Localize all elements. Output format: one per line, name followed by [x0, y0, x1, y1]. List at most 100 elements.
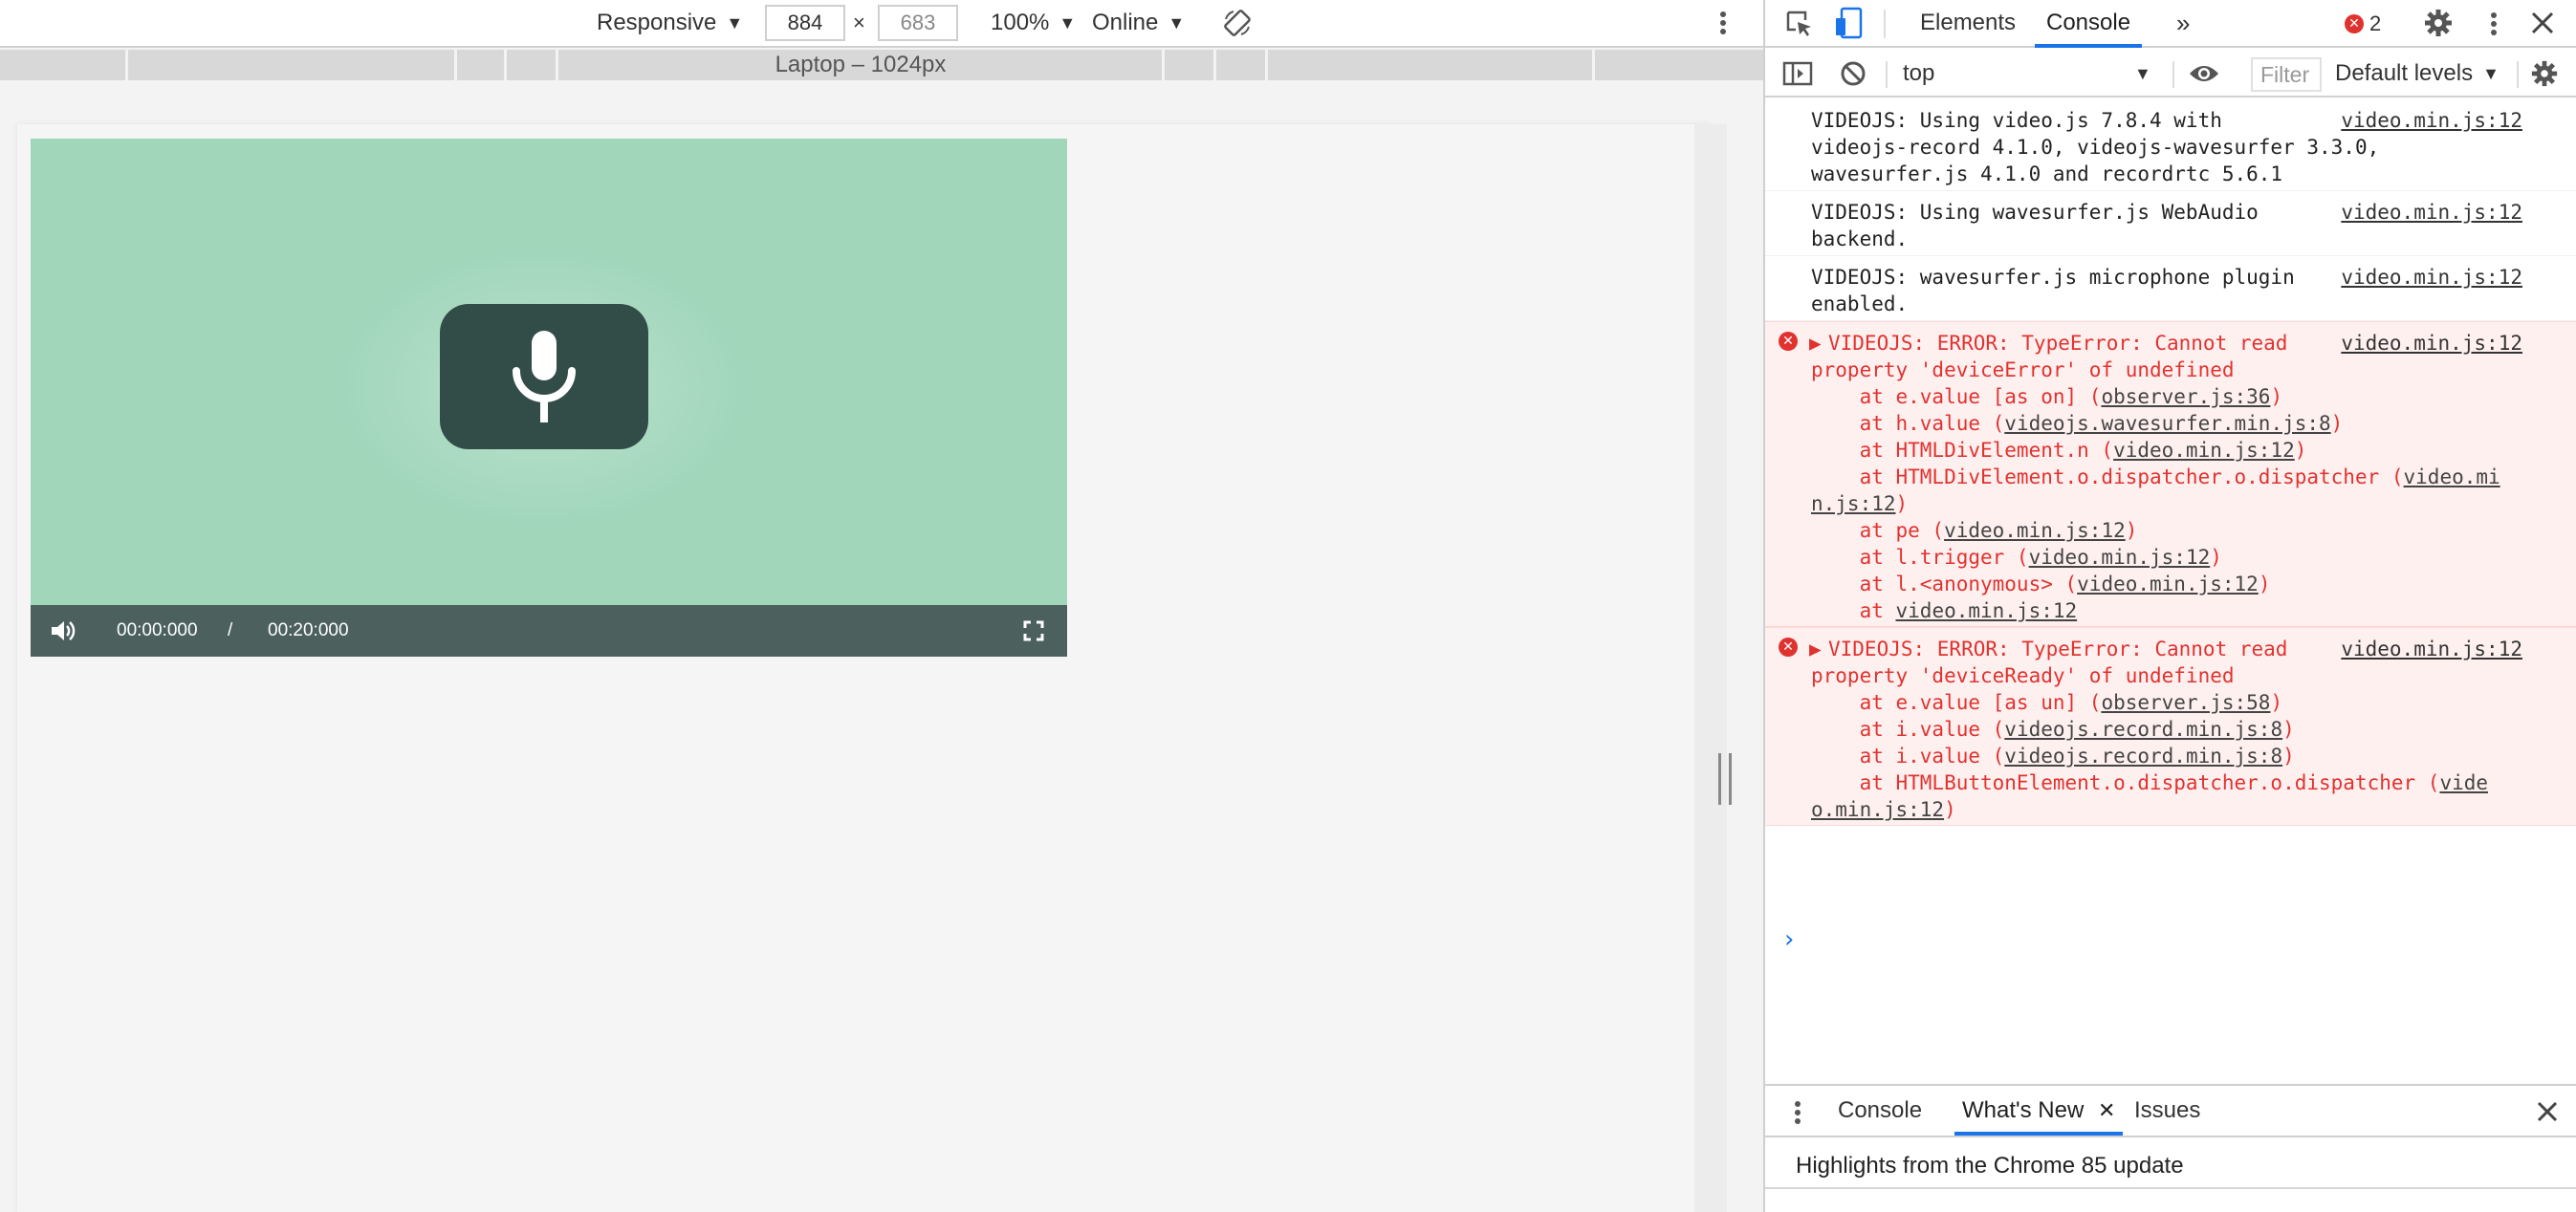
stack-prefix: at l.<anonymous> (	[1811, 573, 2078, 595]
stack-line: at HTMLButtonElement.o.dispatcher.o.disp…	[1811, 769, 2488, 796]
record-mic-button[interactable]	[440, 304, 648, 449]
error-head-line: VIDEOJS: ERROR: TypeError: Cannot read	[1828, 332, 2288, 355]
console-message: VIDEOJS: Using wavesurfer.js WebAudio ba…	[1765, 191, 2576, 256]
viewport-scrollbar[interactable]	[1694, 124, 1727, 1212]
drawer-menu-icon[interactable]	[1792, 1097, 1803, 1133]
stack-line: at HTMLDivElement.n (video.min.js:12)	[1811, 437, 2347, 464]
stack-line: n.js:12)	[1811, 490, 2347, 517]
drawer-tab-issues[interactable]: Issues	[2134, 1088, 2200, 1136]
resize-handle[interactable]	[1718, 753, 1732, 805]
close-devtools-icon[interactable]	[2530, 11, 2555, 40]
stack-suffix: )	[2210, 546, 2222, 569]
stack-line: at l.<anonymous> (video.min.js:12)	[1811, 571, 2347, 597]
caret-down-icon: ▼	[1168, 12, 1186, 32]
caret-down-icon: ▼	[2482, 63, 2500, 83]
settings-gear-icon[interactable]	[2423, 8, 2454, 43]
source-link[interactable]: video.min.js:12	[2341, 264, 2522, 291]
stack-link[interactable]: video.min.js:12	[2077, 573, 2259, 595]
stack-suffix: )	[2270, 691, 2283, 714]
stack-link[interactable]: vide	[2439, 771, 2488, 794]
stack-link[interactable]: video.min.js:12	[2029, 546, 2211, 569]
devtools-panel: Elements Console » ✕ 2 top ▼ Filter Defa…	[1763, 0, 2576, 1212]
source-link[interactable]: video.min.js:12	[2341, 107, 2522, 134]
stack-link[interactable]: n.js:12	[1811, 492, 1896, 515]
stack-suffix: )	[2282, 745, 2295, 768]
whats-new-highlights: Highlights from the Chrome 85 update	[1796, 1153, 2184, 1179]
stack-link[interactable]: videojs.wavesurfer.min.js:8	[2004, 412, 2330, 435]
caret-down-icon[interactable]: ▼	[2134, 50, 2151, 97]
stack-link[interactable]: videojs.record.min.js:8	[2004, 745, 2282, 768]
stack-link[interactable]: o.min.js:12	[1811, 798, 1944, 821]
drawer-divider	[1765, 1187, 2576, 1212]
stack-prefix: at HTMLDivElement.n (	[1811, 439, 2114, 462]
stack-link[interactable]: video.min.js:12	[2113, 439, 2295, 462]
current-time: 00:00:000	[117, 620, 198, 640]
log-levels-label: Default levels	[2335, 60, 2474, 86]
context-select[interactable]: top	[1903, 50, 2010, 97]
stack-line: at i.value (videojs.record.min.js:8)	[1811, 743, 2347, 769]
zoom-select[interactable]: 100% ▼	[991, 0, 1076, 46]
rotate-icon[interactable]	[1222, 0, 1253, 46]
stack-suffix: )	[2270, 385, 2283, 408]
log-levels-select[interactable]: Default levels ▼	[2335, 50, 2500, 97]
toolbar-divider	[2172, 61, 2174, 88]
message-line: VIDEOJS: wavesurfer.js microphone plugin	[1811, 266, 2295, 289]
audio-record-player: 00:00:000 / 00:20:000	[31, 139, 1067, 657]
device-toolbar: Responsive ▼ 884 × 683 100% ▼ Online ▼	[0, 0, 1763, 48]
tab-elements[interactable]: Elements	[1920, 0, 2016, 48]
console-filter-input[interactable]: Filter	[2251, 57, 2322, 92]
stack-link[interactable]: video.min.js:12	[1896, 599, 2078, 622]
stack-suffix: )	[2282, 718, 2295, 741]
console-error-message: ✕ ▶ VIDEOJS: ERROR: TypeError: Cannot re…	[1765, 627, 2576, 826]
stack-suffix: )	[2294, 439, 2307, 462]
device-select[interactable]: Responsive ▼	[597, 0, 743, 46]
device-toolbar-icon[interactable]	[1834, 7, 1863, 44]
console-prompt-icon[interactable]: ›	[1784, 925, 1794, 954]
more-options-icon[interactable]	[1717, 0, 1729, 46]
caret-down-icon: ▼	[1059, 12, 1077, 32]
stack-link[interactable]: videojs.record.min.js:8	[2004, 718, 2282, 741]
stack-line: at l.trigger (video.min.js:12)	[1811, 544, 2347, 571]
devtools-tabbar: Elements Console » ✕ 2	[1765, 0, 2576, 48]
live-expression-eye-icon[interactable]	[2188, 50, 2220, 97]
more-tabs-icon[interactable]: »	[2176, 0, 2190, 48]
error-icon: ✕	[2345, 14, 2364, 33]
drawer-tab-console[interactable]: Console	[1838, 1088, 1922, 1136]
stack-link[interactable]: observer.js:36	[2101, 385, 2270, 408]
width-input[interactable]: 884	[765, 5, 845, 41]
sidebar-toggle-icon[interactable]	[1782, 50, 1813, 97]
fullscreen-icon[interactable]	[1023, 620, 1044, 646]
device-select-label: Responsive	[597, 10, 717, 35]
close-tab-icon[interactable]: ✕	[2098, 1098, 2115, 1122]
stack-line: at video.min.js:12	[1811, 597, 2347, 624]
throttle-select[interactable]: Online ▼	[1092, 0, 1185, 46]
inspect-element-icon[interactable]	[1784, 9, 1815, 44]
source-link[interactable]: video.min.js:12	[2341, 199, 2522, 226]
stack-prefix: at HTMLDivElement.o.dispatcher.o.dispatc…	[1811, 465, 2404, 488]
stack-line: at e.value [as on] (observer.js:36)	[1811, 383, 2347, 410]
stack-suffix: )	[2330, 412, 2344, 435]
console-settings-gear-icon[interactable]	[2530, 50, 2559, 97]
caret-down-icon: ▼	[726, 12, 744, 32]
toolbar-divider	[1884, 10, 1886, 38]
tab-console[interactable]: Console	[2035, 0, 2143, 48]
stack-line: at i.value (videojs.record.min.js:8)	[1811, 716, 2347, 743]
drawer-tab-whats-new[interactable]: What's New ✕	[1954, 1088, 2124, 1136]
stack-link[interactable]: observer.js:58	[2101, 691, 2270, 714]
error-icon: ✕	[1779, 332, 1798, 351]
stack-link[interactable]: video.min.js:12	[1944, 519, 2126, 542]
error-icon: ✕	[1779, 638, 1798, 657]
stack-suffix: )	[1944, 798, 1956, 821]
volume-icon[interactable]	[50, 618, 76, 648]
stack-link[interactable]: video.mi	[2404, 465, 2500, 488]
source-link[interactable]: video.min.js:12	[2341, 330, 2522, 357]
close-drawer-icon[interactable]	[2536, 1100, 2559, 1128]
clear-console-icon[interactable]	[1840, 50, 1867, 97]
source-link[interactable]: video.min.js:12	[2341, 636, 2522, 662]
error-head-line: VIDEOJS: ERROR: TypeError: Cannot read	[1828, 638, 2288, 660]
drawer-tab-label: What's New	[1962, 1097, 2085, 1123]
customize-menu-icon[interactable]	[2488, 9, 2500, 44]
error-counter[interactable]: ✕ 2	[2345, 0, 2381, 48]
stack-line: at e.value [as un] (observer.js:58)	[1811, 689, 2347, 716]
height-input[interactable]: 683	[878, 5, 958, 41]
